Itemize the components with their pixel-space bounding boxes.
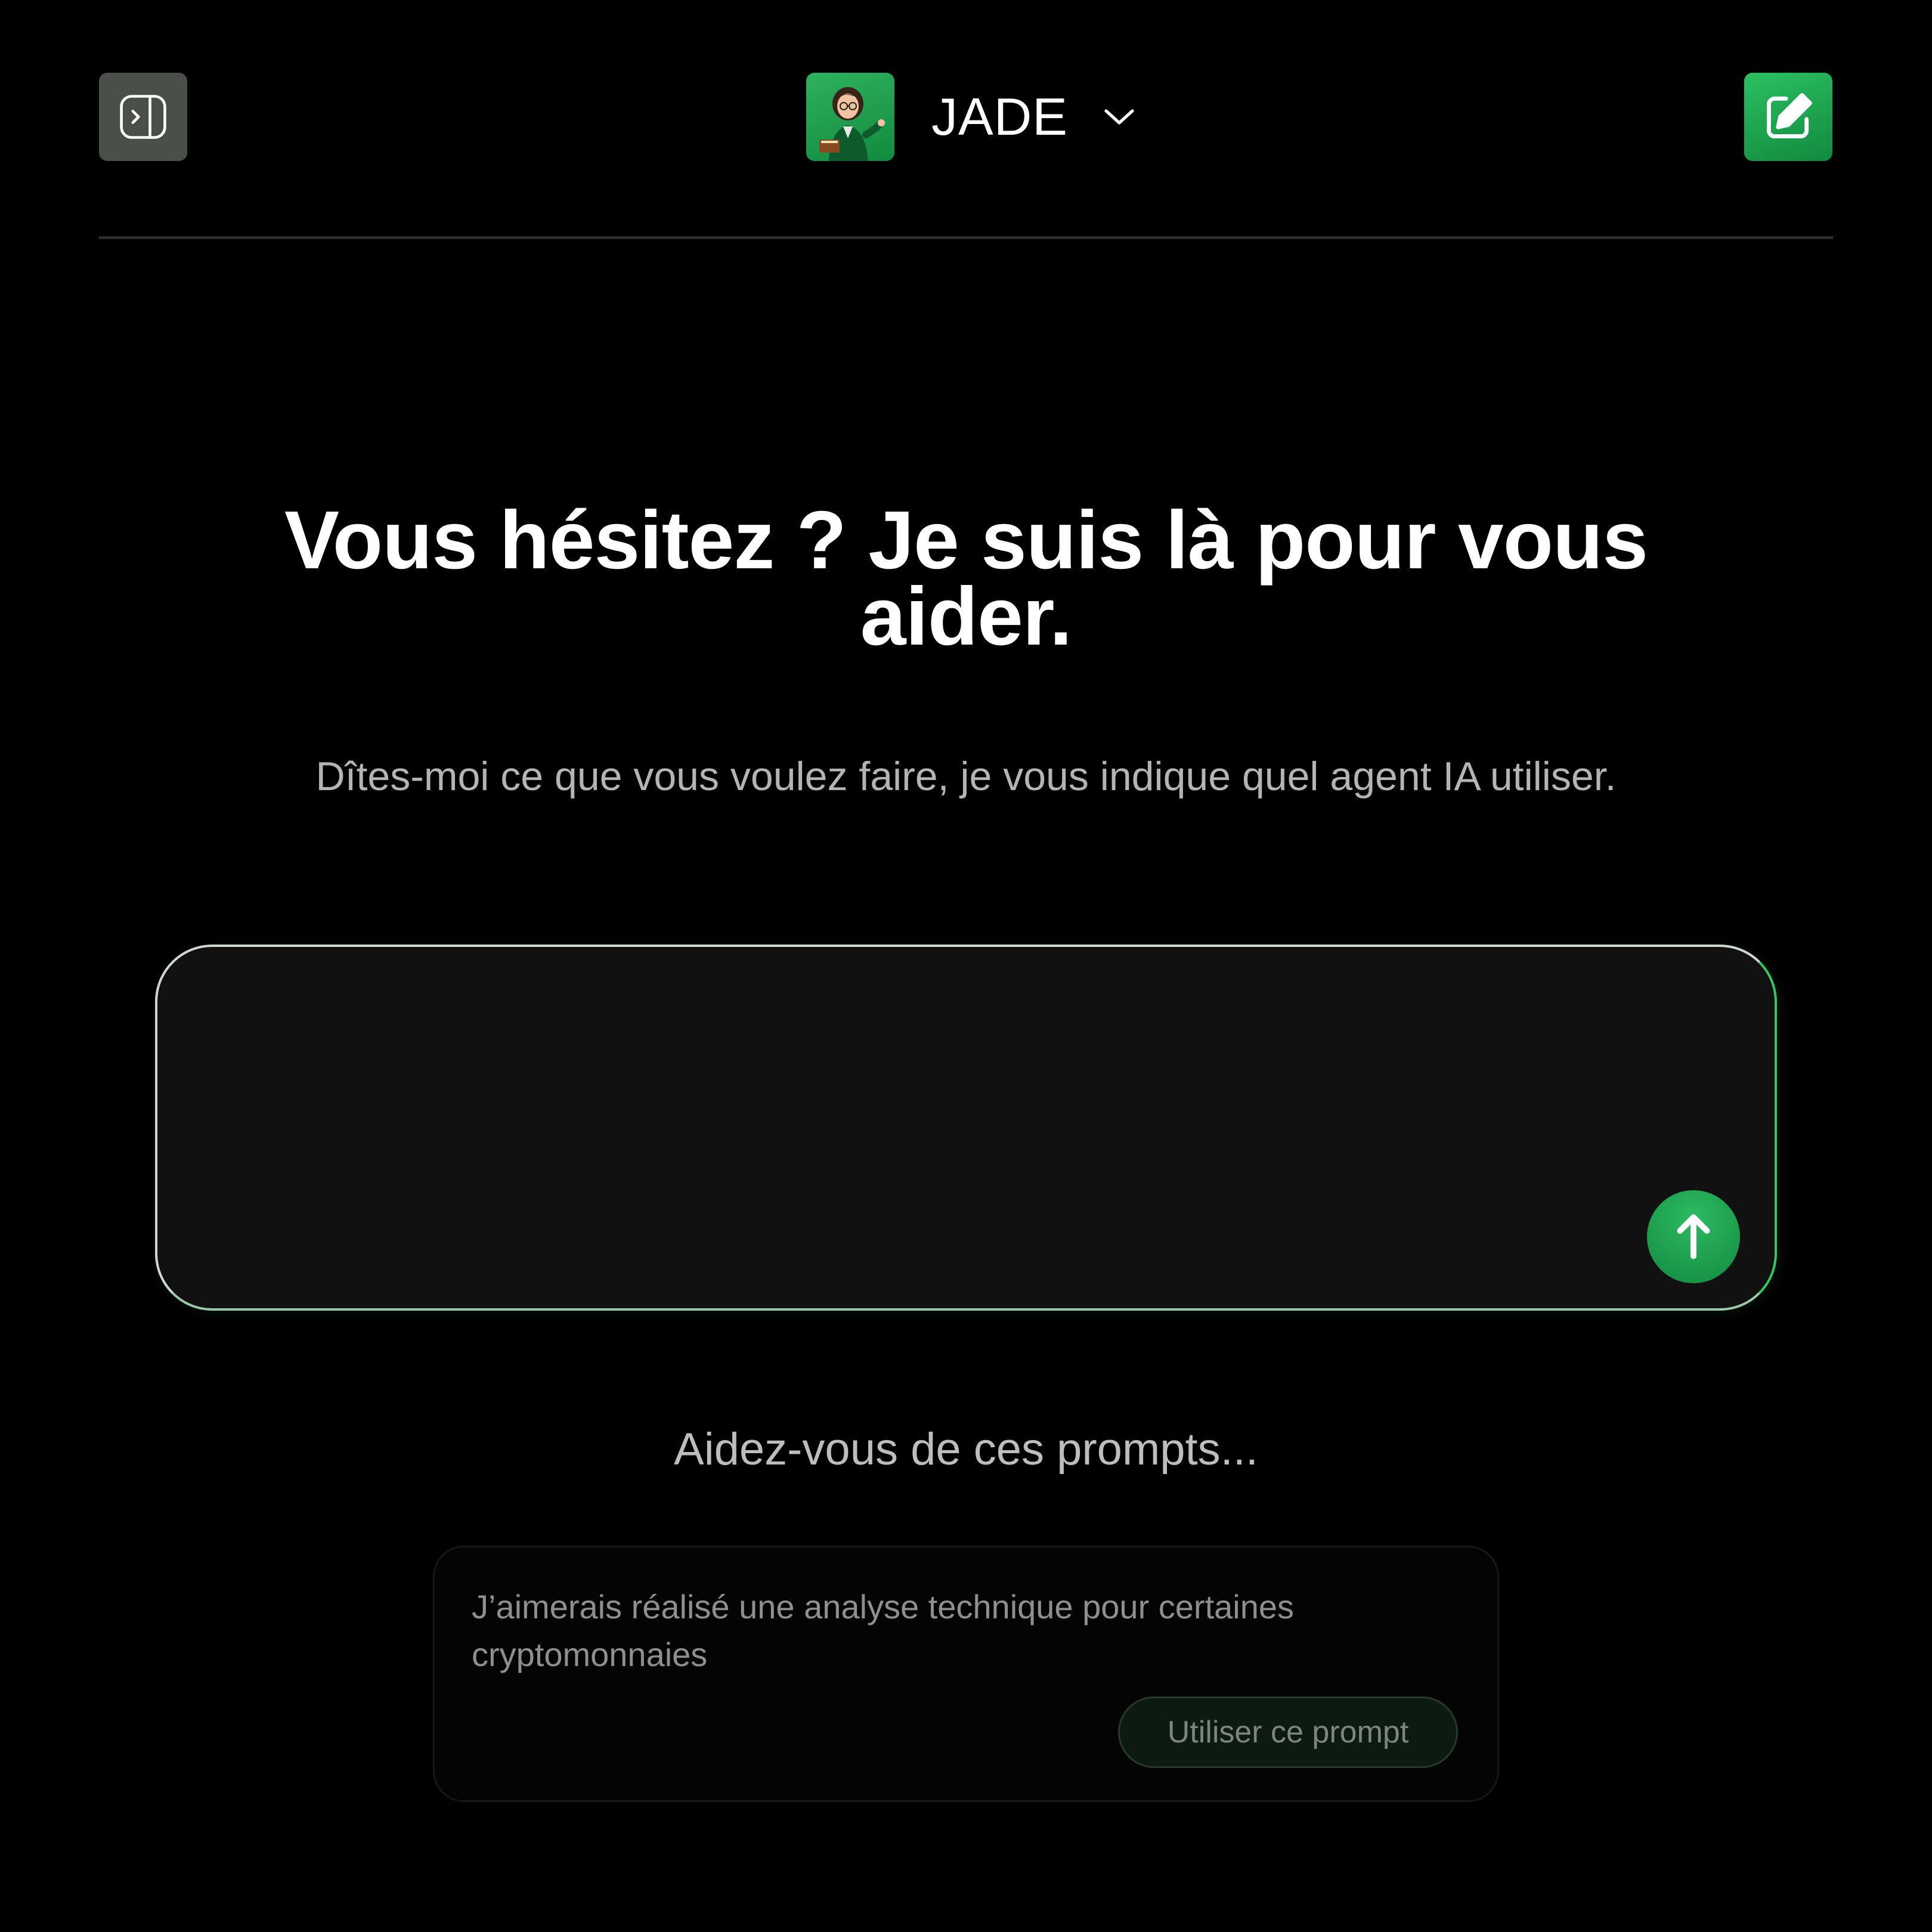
new-chat-button[interactable]	[1744, 73, 1832, 161]
agent-avatar-illustration	[819, 87, 885, 161]
prompt-suggestion-card: J’aimerais réalisé une analyse technique…	[433, 1546, 1499, 1802]
agent-selector[interactable]: JADE	[806, 73, 1137, 161]
prompt-suggestion-text: J’aimerais réalisé une analyse technique…	[472, 1588, 1294, 1673]
chevron-down-icon	[1104, 109, 1134, 125]
header-divider	[99, 236, 1833, 239]
sidebar-toggle-button[interactable]	[99, 73, 187, 161]
arrow-up-icon	[1677, 1214, 1710, 1259]
suggestions-heading: Aidez-vous de ces prompts...	[674, 1424, 1258, 1475]
use-prompt-button[interactable]: Utiliser ce prompt	[1118, 1696, 1458, 1768]
agent-name: JADE	[931, 87, 1068, 146]
page-subtitle: Dîtes-moi ce que vous voulez faire, je v…	[315, 754, 1617, 799]
page-title: Vous hésitez ? Je suis là pour vous aide…	[284, 494, 1648, 662]
agent-avatar	[806, 73, 894, 161]
edit-square-icon	[1766, 93, 1812, 139]
sidebar-expand-icon	[120, 95, 166, 139]
send-button[interactable]	[1647, 1190, 1740, 1283]
prompt-input[interactable]	[205, 989, 1639, 1170]
prompt-box	[155, 945, 1777, 1311]
